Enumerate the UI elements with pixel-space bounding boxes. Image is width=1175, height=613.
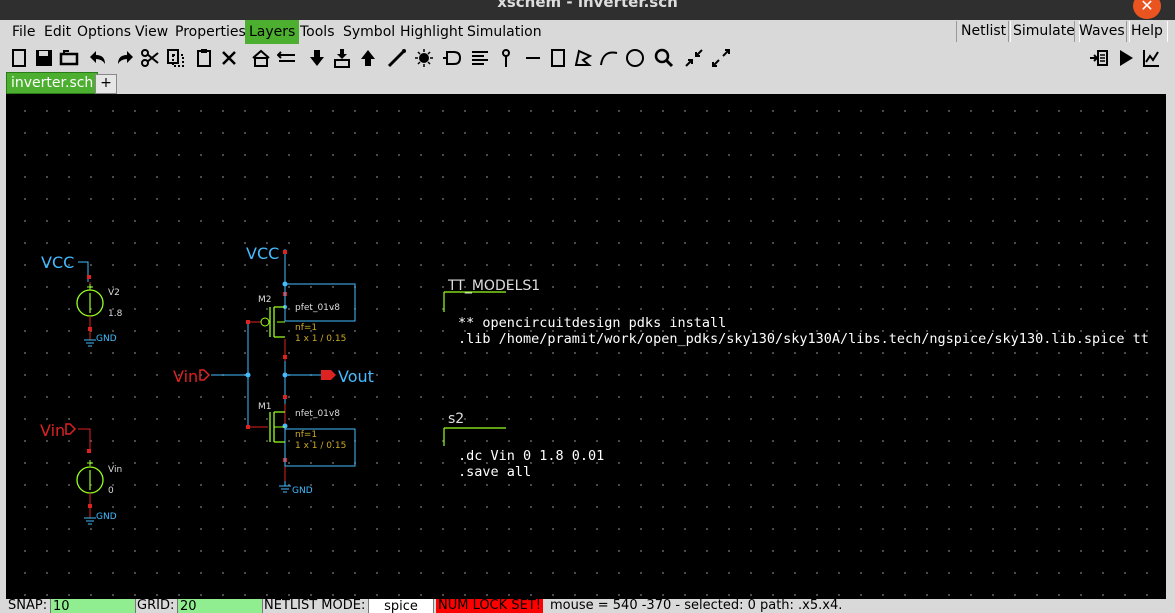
nmos-instance-name: M1: [258, 402, 272, 412]
net-label-vcc: VCC: [41, 253, 75, 272]
menu-layers[interactable]: Layers: [245, 20, 300, 44]
window-title: xschem - inverter.sch: [497, 0, 678, 11]
mouse-info: mouse = 540 -370 - selected: 0 path: .x5…: [550, 599, 843, 613]
inverter-wires: [211, 249, 321, 493]
move-icon[interactable]: [250, 46, 272, 70]
play-icon[interactable]: [1115, 46, 1137, 70]
net-label-icon[interactable]: [495, 46, 517, 70]
menu-options[interactable]: Options: [73, 20, 135, 44]
new-icon[interactable]: [8, 46, 30, 70]
arc-icon[interactable]: [598, 46, 620, 70]
snap-icon[interactable]: [413, 46, 435, 70]
output-label-vout: Vout: [338, 367, 374, 386]
title-bar: xschem - inverter.sch ✕: [0, 0, 1175, 20]
voltage-source-vin[interactable]: [76, 428, 104, 525]
gnd-label: GND: [96, 334, 117, 344]
close-icon[interactable]: ✕: [1133, 0, 1161, 19]
swap-icon[interactable]: [276, 46, 298, 70]
tab-inverter-sch[interactable]: inverter.sch: [6, 72, 99, 94]
vin-input-pin[interactable]: [199, 369, 211, 381]
gnd-label: GND: [292, 486, 313, 496]
code-line: ** opencircuitdesign pdks install: [458, 315, 727, 331]
code-line: .dc Vin 0 1.8 0.01: [458, 448, 605, 464]
grid-input[interactable]: 20: [177, 599, 263, 613]
code-line: .lib /home/pramit/work/open_pdks/sky130/…: [458, 331, 1149, 347]
status-bar: SNAP: 10 GRID: 20 NETLIST MODE: spice NU…: [0, 599, 1175, 613]
waves-button[interactable]: Waves: [1074, 21, 1130, 42]
code-block-marker[interactable]: [443, 291, 506, 312]
delete-icon[interactable]: [218, 46, 240, 70]
rect-icon[interactable]: [547, 46, 569, 70]
menu-symbol[interactable]: Symbol: [339, 20, 399, 44]
waves-icon[interactable]: [1140, 46, 1162, 70]
bus-icon[interactable]: [469, 46, 491, 70]
snap-label: SNAP:: [8, 599, 48, 613]
menu-simulation[interactable]: Simulation: [463, 20, 546, 44]
cut-icon[interactable]: [139, 46, 161, 70]
menu-bar: File Edit Options View Properties Layers…: [0, 20, 1175, 44]
copy-icon[interactable]: [164, 46, 186, 70]
nmos-nf: nf=1: [295, 430, 318, 440]
circle-icon[interactable]: [624, 46, 646, 70]
code-block-marker[interactable]: [443, 427, 506, 446]
polygon-icon[interactable]: [572, 46, 594, 70]
vin-pin[interactable]: [65, 423, 77, 435]
nmos-size: 1 x 1 / 0.15: [295, 441, 347, 451]
menu-file[interactable]: File: [8, 20, 39, 44]
wire-icon[interactable]: [386, 46, 408, 70]
netlist-icon[interactable]: [1088, 46, 1110, 70]
code-line: .save all: [458, 464, 532, 480]
menu-properties[interactable]: Properties: [171, 20, 250, 44]
source-value-vin: 0: [108, 486, 114, 496]
input-label-vin: Vin: [173, 367, 199, 386]
source-name-vin: Vin: [108, 465, 123, 475]
code-block-name: TT_MODELS1: [448, 278, 541, 294]
push-icon[interactable]: [306, 46, 328, 70]
pmos-size: 1 x 1 / 0.15: [295, 334, 347, 344]
paste-icon[interactable]: [193, 46, 215, 70]
symbol-icon[interactable]: [442, 46, 464, 70]
descend-icon[interactable]: [331, 46, 353, 70]
net-label-vcc: VCC: [246, 244, 280, 263]
ascend-icon[interactable]: [357, 46, 379, 70]
tab-bar: inverter.sch +: [0, 72, 1175, 94]
zoom-icon[interactable]: [653, 46, 675, 70]
vout-output-pin[interactable]: [321, 370, 336, 380]
pmos-instance-name: M2: [258, 295, 272, 305]
add-tab-button[interactable]: +: [95, 74, 117, 94]
zoom-in-icon[interactable]: [683, 46, 705, 70]
pmos-model-name: pfet_01v8: [295, 303, 340, 313]
help-button[interactable]: Help: [1126, 21, 1168, 42]
scrollbar[interactable]: [1166, 94, 1175, 599]
snap-input[interactable]: 10: [50, 599, 136, 613]
source-name-v2: V2: [108, 288, 120, 298]
source-value-v2: 1.8: [108, 309, 123, 319]
save-icon[interactable]: [33, 46, 55, 70]
menu-highlight[interactable]: Highlight: [396, 20, 467, 44]
redo-icon[interactable]: [113, 46, 135, 70]
netlist-mode-value[interactable]: spice: [368, 599, 434, 613]
zoom-out-icon[interactable]: [710, 46, 732, 70]
net-label-vin: Vin: [40, 421, 66, 440]
reload-icon[interactable]: [58, 46, 80, 70]
num-lock-indicator: NUM LOCK SET!: [436, 599, 543, 613]
line-icon[interactable]: [522, 46, 544, 70]
nmos-model-name: nfet_01v8: [295, 409, 340, 419]
code-block-name: s2: [448, 411, 465, 427]
pmos-nf: nf=1: [295, 323, 318, 333]
grid-label: GRID:: [137, 599, 175, 613]
simulate-button[interactable]: Simulate: [1008, 21, 1080, 42]
gnd-label: GND: [96, 512, 117, 522]
schematic-canvas[interactable]: VCC V2 1.8 GND Vin Vin 0 GND VCC Vin Vou…: [6, 94, 1166, 599]
menu-edit[interactable]: Edit: [40, 20, 75, 44]
netlist-button[interactable]: Netlist: [956, 21, 1012, 42]
menu-view[interactable]: View: [131, 20, 172, 44]
undo-icon[interactable]: [88, 46, 110, 70]
netlist-mode-label: NETLIST MODE:: [264, 599, 366, 613]
menu-tools[interactable]: Tools: [296, 20, 339, 44]
